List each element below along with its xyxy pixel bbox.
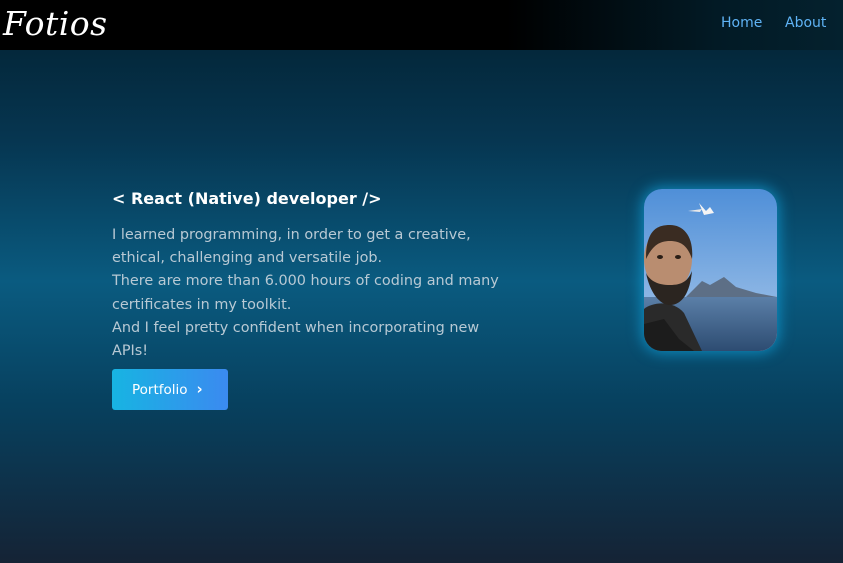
- hero-heading: < React (Native) developer />: [112, 189, 382, 208]
- hero-intro: I learned programming, in order to get a…: [112, 224, 502, 363]
- navbar: Fotios Home About: [0, 0, 843, 50]
- profile-photo: [644, 189, 777, 351]
- intro-line: There are more than 6.000 hours of codin…: [112, 273, 499, 290]
- intro-line: And I feel pretty confident when incorpo…: [112, 319, 480, 336]
- intro-line: I learned programming, in order to get a…: [112, 227, 471, 243]
- intro-line: ethical, challenging and versatile job.: [112, 250, 383, 267]
- portfolio-button-label: Portfolio: [132, 381, 188, 398]
- nav-link-about[interactable]: About: [785, 15, 826, 32]
- intro-line: APIs!: [112, 343, 149, 360]
- logo[interactable]: Fotios: [3, 2, 108, 46]
- profile-photo-image: [644, 189, 777, 351]
- chevron-right-icon: ›: [196, 380, 203, 398]
- portfolio-button[interactable]: Portfolio ›: [112, 369, 228, 410]
- intro-line: certificates in my toolkit.: [112, 296, 292, 313]
- nav-link-home[interactable]: Home: [721, 15, 762, 32]
